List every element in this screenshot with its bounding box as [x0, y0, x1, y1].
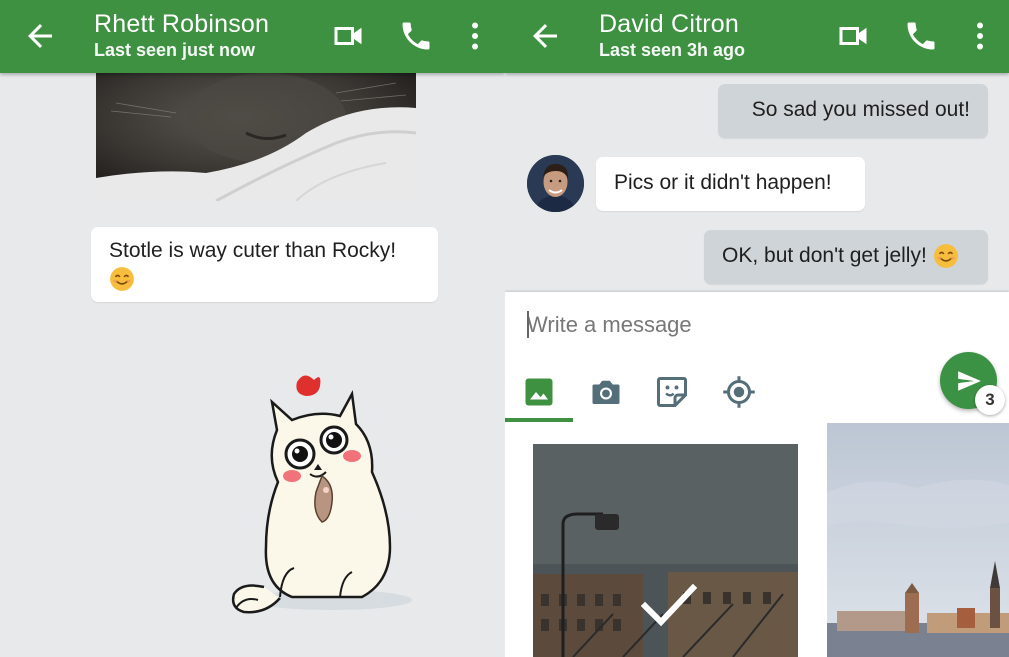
message-text: So sad you missed out!: [751, 98, 970, 121]
video-call-icon[interactable]: [835, 18, 871, 54]
active-tab-indicator: [505, 418, 573, 422]
message-bubble-outgoing[interactable]: So sad you missed out!: [718, 84, 988, 138]
message-bubble-incoming[interactable]: Stotle is way cuter than Rocky!: [91, 227, 438, 302]
smiling-emoji-icon: [933, 243, 959, 269]
compose-panel: 3: [505, 292, 1009, 657]
message-text: Stotle is way cuter than Rocky!: [109, 239, 397, 262]
message-input-wrapper: [527, 308, 927, 342]
checkmark-icon: [641, 582, 697, 628]
last-seen-status: Last seen just now: [94, 40, 256, 60]
video-call-icon[interactable]: [330, 18, 366, 54]
phone-icon[interactable]: [903, 18, 939, 54]
phone-icon[interactable]: [398, 18, 434, 54]
smiling-emoji-icon: [109, 266, 135, 292]
message-bubble-incoming[interactable]: Pics or it didn't happen!: [596, 157, 865, 211]
message-bubble-outgoing[interactable]: OK, but don't get jelly!: [704, 230, 988, 284]
chat-pane-left: Rhett Robinson Last seen just now Stotle…: [0, 0, 505, 657]
message-text: Pics or it didn't happen!: [614, 171, 832, 194]
text-cursor: [527, 311, 529, 338]
camera-icon[interactable]: [588, 374, 624, 410]
message-input[interactable]: [527, 308, 927, 342]
chat-pane-right: David Citron Last seen 3h ago So sad you…: [505, 0, 1009, 657]
contact-name[interactable]: Rhett Robinson: [94, 10, 269, 39]
cat-sticker[interactable]: [222, 372, 418, 622]
selected-count-badge: 3: [975, 385, 1005, 415]
cat-photo[interactable]: [96, 73, 416, 201]
message-text: OK, but don't get jelly!: [722, 244, 927, 267]
avatar[interactable]: [527, 155, 584, 212]
back-arrow-icon[interactable]: [527, 18, 563, 54]
chat-header: David Citron Last seen 3h ago: [505, 0, 1009, 73]
chat-header: Rhett Robinson Last seen just now: [0, 0, 505, 73]
back-arrow-icon[interactable]: [22, 18, 58, 54]
more-vert-icon[interactable]: [457, 18, 493, 54]
sticker-icon[interactable]: [654, 374, 690, 410]
more-vert-icon[interactable]: [962, 18, 998, 54]
gallery-icon[interactable]: [521, 374, 557, 410]
gallery-thumbnail[interactable]: [827, 423, 1009, 657]
location-icon[interactable]: [721, 374, 757, 410]
last-seen-status: Last seen 3h ago: [599, 40, 746, 60]
gallery-thumbnail-selected[interactable]: [533, 444, 798, 657]
contact-name[interactable]: David Citron: [599, 10, 739, 39]
